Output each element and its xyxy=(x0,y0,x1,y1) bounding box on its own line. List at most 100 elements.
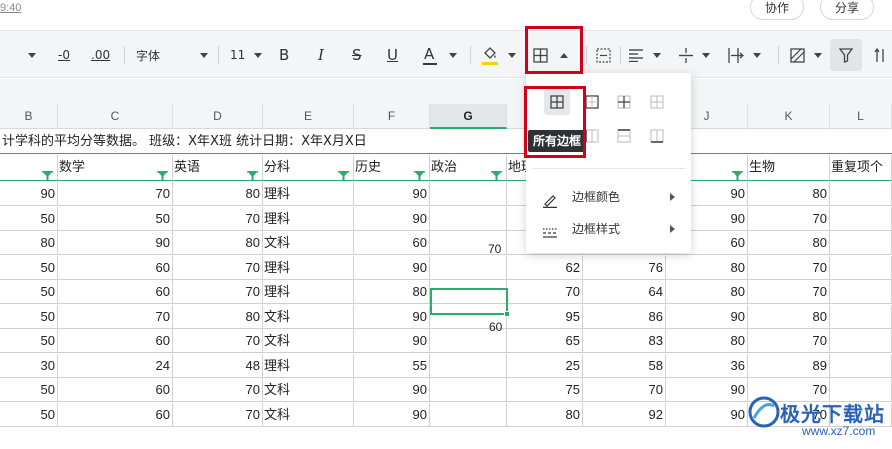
table-cell[interactable]: 50 xyxy=(0,280,58,304)
table-cell[interactable]: 55 xyxy=(354,354,430,378)
table-cell[interactable]: 90 xyxy=(666,305,748,329)
table-cell[interactable]: 理科 xyxy=(263,256,354,280)
border-style-item[interactable]: 边框样式 xyxy=(526,215,691,243)
format-dropdown[interactable] xyxy=(28,31,36,79)
table-cell[interactable]: 60 xyxy=(58,378,173,402)
table-cell[interactable]: 70 xyxy=(748,256,830,280)
table-cell[interactable]: 60 xyxy=(58,403,173,427)
filter-dropdown-icon[interactable] xyxy=(491,164,502,180)
table-cell[interactable]: 50 xyxy=(0,207,58,231)
collaborate-button[interactable]: 协作 xyxy=(750,0,805,20)
header-cell[interactable]: 数学 xyxy=(58,155,173,181)
table-cell[interactable]: 80 xyxy=(173,305,263,329)
table-cell[interactable] xyxy=(830,305,892,329)
table-cell[interactable]: 90 xyxy=(354,256,430,280)
column-header-l[interactable]: L xyxy=(830,104,892,129)
table-cell[interactable]: 64 xyxy=(583,280,666,304)
table-cell[interactable]: 80 xyxy=(666,256,748,280)
table-cell[interactable]: 36 xyxy=(666,354,748,378)
increase-decimal-button[interactable]: .00 xyxy=(91,31,110,79)
table-cell[interactable] xyxy=(430,403,507,427)
table-cell[interactable]: 理科 xyxy=(263,207,354,231)
table-cell[interactable]: 70 xyxy=(173,256,263,280)
table-cell[interactable]: 90 xyxy=(354,403,430,427)
table-cell[interactable]: 70 xyxy=(507,280,583,304)
table-cell[interactable]: 理科 xyxy=(263,182,354,206)
sort-button[interactable] xyxy=(874,31,888,79)
font-size-select[interactable]: 11 xyxy=(230,31,262,79)
table-cell[interactable]: 70 xyxy=(583,378,666,402)
align-horizontal-button[interactable] xyxy=(629,31,661,79)
inner-border-icon[interactable] xyxy=(611,89,637,115)
table-cell[interactable]: 95 xyxy=(507,305,583,329)
table-cell[interactable]: 30 xyxy=(0,354,58,378)
table-cell[interactable]: 83 xyxy=(583,329,666,353)
share-button[interactable]: 分享 xyxy=(820,0,875,20)
table-cell[interactable]: 50 xyxy=(0,256,58,280)
table-cell[interactable]: 文科 xyxy=(263,329,354,353)
table-cell[interactable]: 80 xyxy=(173,182,263,206)
column-header-g[interactable]: G xyxy=(430,104,507,129)
filter-dropdown-icon[interactable] xyxy=(414,164,425,180)
table-cell[interactable]: 70 xyxy=(173,329,263,353)
header-cell[interactable] xyxy=(0,155,58,181)
table-cell[interactable]: 48 xyxy=(173,354,263,378)
table-cell[interactable]: 70 xyxy=(58,182,173,206)
font-name-select[interactable]: 字体 xyxy=(136,31,208,79)
table-cell[interactable]: 60 xyxy=(58,280,173,304)
font-color-button[interactable]: A xyxy=(423,31,457,79)
table-cell[interactable]: 90 xyxy=(666,403,748,427)
selected-cell[interactable] xyxy=(430,288,508,315)
filter-dropdown-icon[interactable] xyxy=(338,164,349,180)
table-cell[interactable]: 70 xyxy=(748,329,830,353)
table-cell[interactable] xyxy=(830,231,892,255)
top-border-icon[interactable] xyxy=(611,123,637,149)
table-cell[interactable] xyxy=(830,207,892,231)
table-cell[interactable]: 70 xyxy=(173,280,263,304)
table-cell[interactable]: 70 xyxy=(748,280,830,304)
header-cell[interactable]: 分科 xyxy=(263,155,354,181)
column-header-c[interactable]: C xyxy=(58,104,173,129)
table-cell[interactable]: 80 xyxy=(748,231,830,255)
table-cell[interactable] xyxy=(830,329,892,353)
table-cell[interactable] xyxy=(430,256,507,280)
table-cell[interactable]: 80 xyxy=(354,280,430,304)
table-cell[interactable]: 76 xyxy=(583,256,666,280)
table-cell[interactable]: 50 xyxy=(58,207,173,231)
align-vertical-button[interactable] xyxy=(679,31,710,79)
table-cell[interactable]: 90 xyxy=(58,231,173,255)
header-cell[interactable]: 历史 xyxy=(354,155,430,181)
table-cell[interactable]: 80 xyxy=(0,231,58,255)
column-header-b[interactable]: B xyxy=(0,104,58,129)
fill-handle[interactable] xyxy=(504,311,510,317)
filter-button[interactable] xyxy=(830,39,862,71)
table-cell[interactable]: 80 xyxy=(666,329,748,353)
column-header-e[interactable]: E xyxy=(263,104,354,129)
column-header-k[interactable]: K xyxy=(748,104,830,129)
merge-cells-icon[interactable] xyxy=(596,31,611,79)
table-cell[interactable]: 80 xyxy=(173,231,263,255)
table-cell[interactable]: 90 xyxy=(354,207,430,231)
table-cell[interactable]: 60 xyxy=(354,231,430,255)
table-cell[interactable]: 50 xyxy=(0,378,58,402)
table-cell[interactable]: 90 xyxy=(354,378,430,402)
table-cell[interactable]: 理科 xyxy=(263,354,354,378)
table-cell[interactable]: 70 xyxy=(173,403,263,427)
table-cell[interactable]: 60 xyxy=(58,329,173,353)
table-cell[interactable]: 24 xyxy=(58,354,173,378)
strikethrough-icon[interactable]: S xyxy=(352,31,362,79)
table-cell[interactable]: 文科 xyxy=(263,403,354,427)
table-cell[interactable]: 50 xyxy=(0,403,58,427)
table-cell[interactable] xyxy=(830,280,892,304)
table-cell[interactable] xyxy=(430,378,507,402)
table-cell[interactable]: 90 xyxy=(354,182,430,206)
table-cell[interactable]: 80 xyxy=(748,182,830,206)
table-cell[interactable]: 90 xyxy=(666,378,748,402)
decrease-decimal-button[interactable]: -0 xyxy=(58,31,70,79)
bold-icon[interactable]: B xyxy=(279,31,289,79)
table-cell[interactable]: 75 xyxy=(507,378,583,402)
conditional-format-button[interactable] xyxy=(790,31,822,79)
table-cell[interactable]: 50 xyxy=(0,305,58,329)
column-header-f[interactable]: F xyxy=(354,104,430,129)
filter-dropdown-icon[interactable] xyxy=(42,164,53,180)
